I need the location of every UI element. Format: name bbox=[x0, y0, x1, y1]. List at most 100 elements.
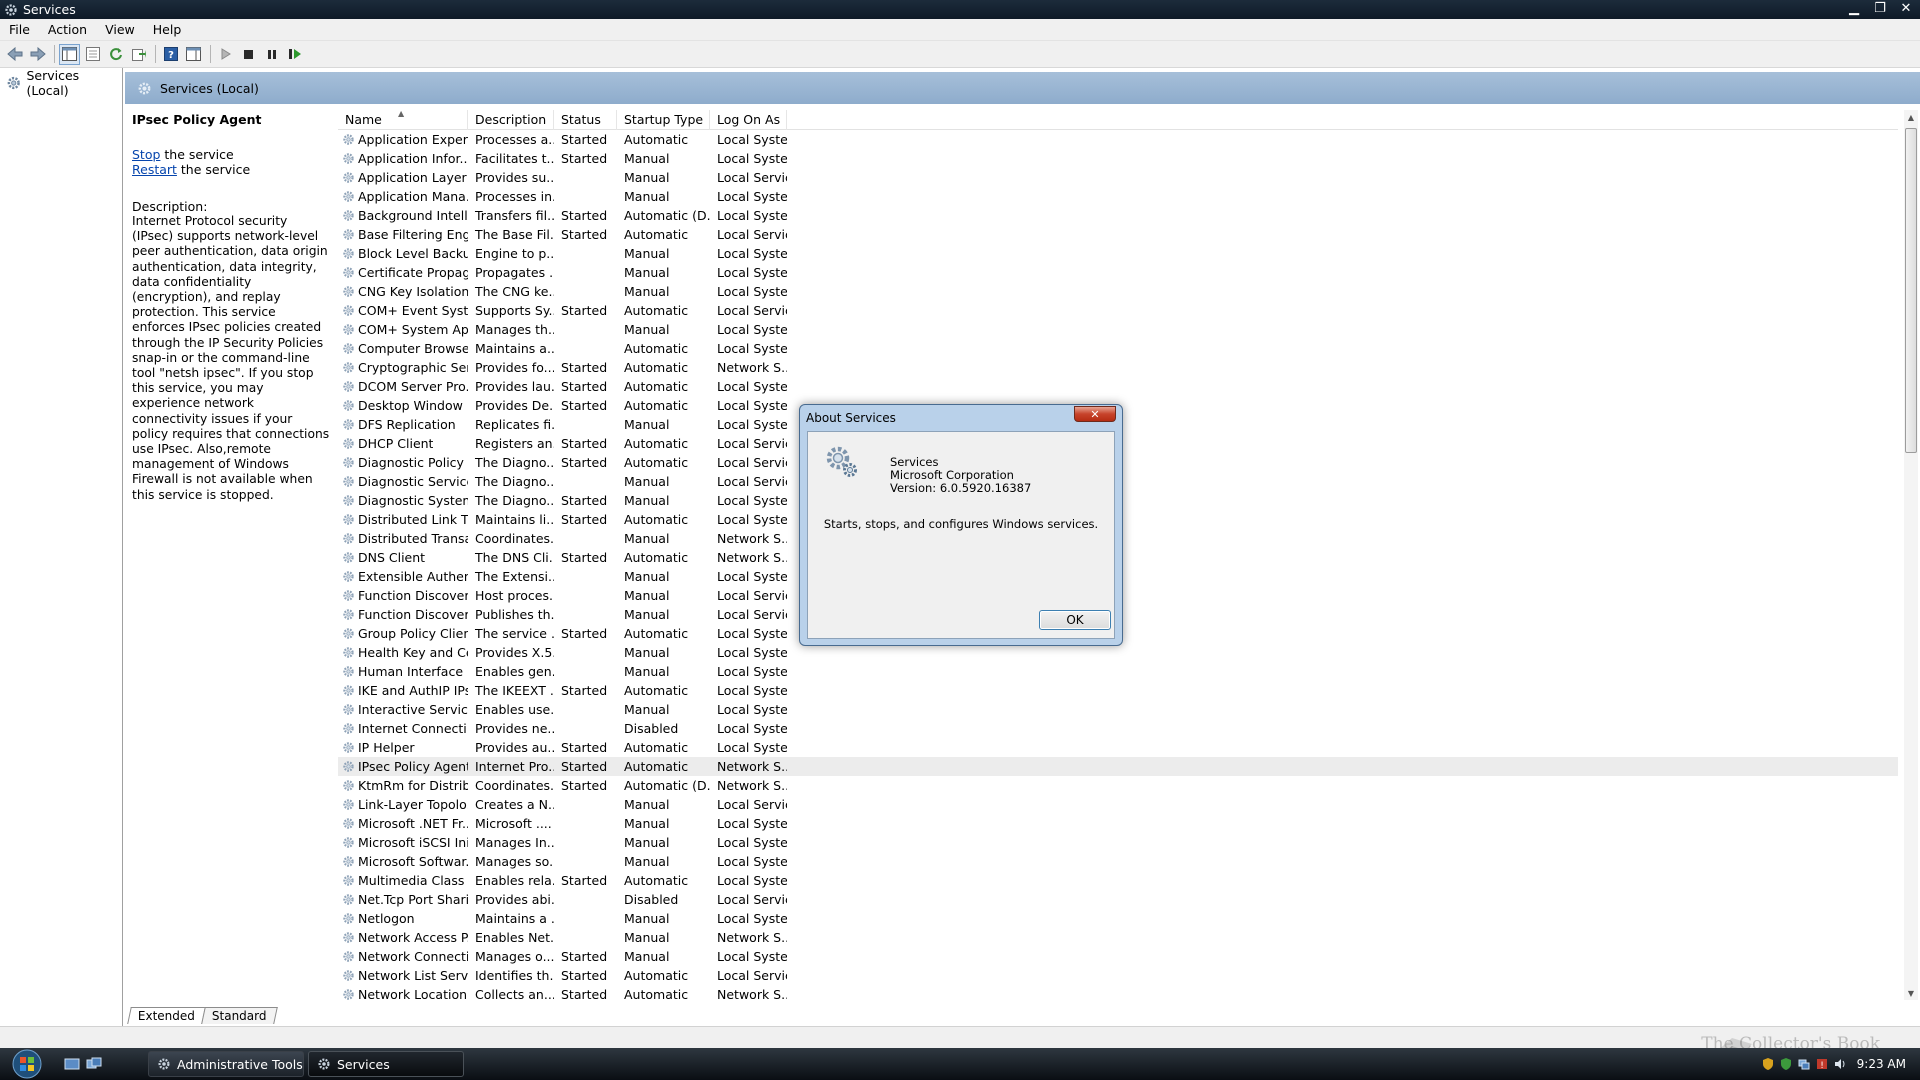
start-service-button[interactable] bbox=[215, 44, 236, 65]
table-row[interactable]: Microsoft .NET Fr... Microsoft .... Manual… bbox=[338, 814, 1898, 833]
gear-icon bbox=[343, 590, 354, 601]
table-row[interactable]: Network Access P... Enables Net... Manual N… bbox=[338, 928, 1898, 947]
scroll-up-icon[interactable]: ▲ bbox=[1904, 110, 1918, 124]
dialog-close-button[interactable]: ✕ bbox=[1074, 406, 1116, 422]
back-button[interactable] bbox=[4, 44, 25, 65]
table-row[interactable]: Application Experi... Processes a... Start… bbox=[338, 130, 1898, 149]
tree-item-services-local[interactable]: Services (Local) bbox=[6, 68, 122, 98]
table-row[interactable]: CNG Key Isolation The CNG ke... Manual Loca… bbox=[338, 282, 1898, 301]
security-shield-icon[interactable] bbox=[1761, 1057, 1775, 1071]
menu-action[interactable]: Action bbox=[39, 22, 96, 37]
minimize-icon[interactable]: ▁ bbox=[1844, 1, 1864, 16]
restart-service-button[interactable] bbox=[284, 44, 305, 65]
cell-name: Computer Browser bbox=[338, 341, 468, 356]
system-clock[interactable]: 9:23 AM bbox=[1857, 1057, 1906, 1071]
table-row[interactable]: Certificate Propag... Propagates ... Manua… bbox=[338, 263, 1898, 282]
stop-service-link[interactable]: Stop bbox=[132, 147, 160, 162]
table-row[interactable]: Computer Browser Maintains a... Automatic L… bbox=[338, 339, 1898, 358]
ok-button[interactable]: OK bbox=[1039, 610, 1111, 630]
cell-name: DHCP Client bbox=[338, 436, 468, 451]
column-header-status[interactable]: Status bbox=[554, 110, 617, 130]
column-header-description[interactable]: Description bbox=[468, 110, 554, 130]
table-row[interactable]: Multimedia Class ... Enables rela... Start… bbox=[338, 871, 1898, 890]
table-row[interactable]: IKE and AuthIP IPs... The IKEEXT ... Start… bbox=[338, 681, 1898, 700]
table-row[interactable]: Application Infor... Facilitates t... Star… bbox=[338, 149, 1898, 168]
start-button[interactable] bbox=[8, 1049, 46, 1079]
cell-description: Publishes th... bbox=[475, 607, 554, 622]
table-row[interactable]: Human Interface ... Enables gen... Manual L… bbox=[338, 662, 1898, 681]
column-header-log-on-as[interactable]: Log On As bbox=[710, 110, 787, 130]
tab-standard[interactable]: Standard bbox=[201, 1007, 278, 1024]
network-icon[interactable] bbox=[1797, 1057, 1811, 1071]
table-row[interactable]: Link-Layer Topolo... Creates a N... Manual… bbox=[338, 795, 1898, 814]
taskbar-item-administrative-tools[interactable]: Administrative Tools bbox=[148, 1051, 304, 1077]
cell-name: Network Connecti... bbox=[338, 949, 468, 964]
export-list-button[interactable] bbox=[128, 44, 149, 65]
table-row[interactable]: COM+ System Ap... Manages th... Manual Loca… bbox=[338, 320, 1898, 339]
cell-description: Maintains a ... bbox=[475, 911, 554, 926]
tab-extended[interactable]: Extended bbox=[127, 1007, 206, 1024]
stop-service-button[interactable] bbox=[238, 44, 259, 65]
cell-name: Block Level Backu... bbox=[338, 246, 468, 261]
column-header-name[interactable]: ▲ Name bbox=[338, 110, 468, 130]
service-name: DNS Client bbox=[358, 550, 426, 565]
pause-service-button[interactable] bbox=[261, 44, 282, 65]
scroll-down-icon[interactable]: ▼ bbox=[1904, 986, 1918, 1000]
table-row[interactable]: Microsoft iSCSI Ini... Manages In... Manua… bbox=[338, 833, 1898, 852]
scroll-thumb[interactable] bbox=[1905, 128, 1917, 453]
defender-icon[interactable] bbox=[1779, 1057, 1793, 1071]
table-row[interactable]: IPsec Policy Agent Internet Pro... Started… bbox=[338, 757, 1898, 776]
table-row[interactable]: Net.Tcp Port Shari... Provides abi... Disa… bbox=[338, 890, 1898, 909]
table-row[interactable]: DCOM Server Pro... Provides lau... Started… bbox=[338, 377, 1898, 396]
menu-file[interactable]: File bbox=[0, 22, 39, 37]
table-row[interactable]: IP Helper Provides au... Started Automatic L… bbox=[338, 738, 1898, 757]
show-hide-tree-button[interactable] bbox=[59, 43, 80, 65]
table-row[interactable]: Background Intelli... Transfers fil... Sta… bbox=[338, 206, 1898, 225]
service-name: Desktop Window ... bbox=[358, 398, 468, 413]
action-pane-button[interactable] bbox=[183, 44, 204, 65]
warning-icon[interactable]: ! bbox=[1815, 1057, 1829, 1071]
table-row[interactable]: Application Layer ... Provides su... Manua… bbox=[338, 168, 1898, 187]
gear-icon bbox=[343, 799, 354, 810]
taskbar-item-services[interactable]: Services bbox=[308, 1051, 464, 1077]
column-header-startup-type[interactable]: Startup Type bbox=[617, 110, 710, 130]
table-row[interactable]: Base Filtering Engi... The Base Fil... Sta… bbox=[338, 225, 1898, 244]
restart-service-link[interactable]: Restart bbox=[132, 162, 177, 177]
refresh-button[interactable] bbox=[105, 44, 126, 65]
table-row[interactable]: Netlogon Maintains a ... Manual Local Syste… bbox=[338, 909, 1898, 928]
table-row[interactable]: Network List Service Identifies th... Star… bbox=[338, 966, 1898, 985]
table-row[interactable]: COM+ Event Syst... Supports Sy... Started A… bbox=[338, 301, 1898, 320]
service-name: DCOM Server Pro... bbox=[358, 379, 468, 394]
cell-description: Provides au... bbox=[475, 740, 554, 755]
about-info: Services Microsoft Corporation Version: … bbox=[890, 456, 1031, 495]
close-icon[interactable]: ✕ bbox=[1896, 1, 1916, 16]
menu-help[interactable]: Help bbox=[144, 22, 191, 37]
table-row[interactable]: Internet Connecti... Provides ne... Disabl… bbox=[338, 719, 1898, 738]
cell-description: Registers an... bbox=[475, 436, 554, 451]
restore-icon[interactable]: ❐ bbox=[1870, 1, 1890, 16]
table-row[interactable]: Application Mana... Processes in... Manual… bbox=[338, 187, 1898, 206]
table-row[interactable]: Microsoft Softwar... Manages so... Manual L… bbox=[338, 852, 1898, 871]
show-desktop-icon[interactable] bbox=[64, 1056, 80, 1072]
cell-description: The Diagno... bbox=[475, 493, 554, 508]
table-row[interactable]: Block Level Backu... Engine to p... Manual… bbox=[338, 244, 1898, 263]
vertical-scrollbar[interactable]: ▲ ▼ bbox=[1904, 110, 1918, 1000]
cell-name: Network Access P... bbox=[338, 930, 468, 945]
switch-windows-icon[interactable] bbox=[86, 1056, 102, 1072]
cell-status: Started bbox=[561, 227, 608, 242]
status-bar bbox=[0, 1026, 1920, 1048]
gear-icon bbox=[343, 229, 354, 240]
table-row[interactable]: Interactive Service... Enables use... Manu… bbox=[338, 700, 1898, 719]
help-button[interactable]: ? bbox=[160, 44, 181, 65]
menu-view[interactable]: View bbox=[96, 22, 144, 37]
cell-log-on-as: Local Syste... bbox=[717, 949, 787, 964]
table-row[interactable]: Network Connecti... Manages o... Started Ma… bbox=[338, 947, 1898, 966]
volume-icon[interactable] bbox=[1833, 1057, 1847, 1071]
forward-button[interactable] bbox=[27, 44, 48, 65]
properties-button[interactable] bbox=[82, 44, 103, 65]
cell-description: Facilitates t... bbox=[475, 151, 554, 166]
table-row[interactable]: Cryptographic Ser... Provides fo... Starte… bbox=[338, 358, 1898, 377]
table-row[interactable]: Network Location ... Collects an... Starte… bbox=[338, 985, 1898, 1000]
pane-header-title: Services (Local) bbox=[160, 80, 259, 96]
table-row[interactable]: KtmRm for Distrib... Coordinates... Starte… bbox=[338, 776, 1898, 795]
